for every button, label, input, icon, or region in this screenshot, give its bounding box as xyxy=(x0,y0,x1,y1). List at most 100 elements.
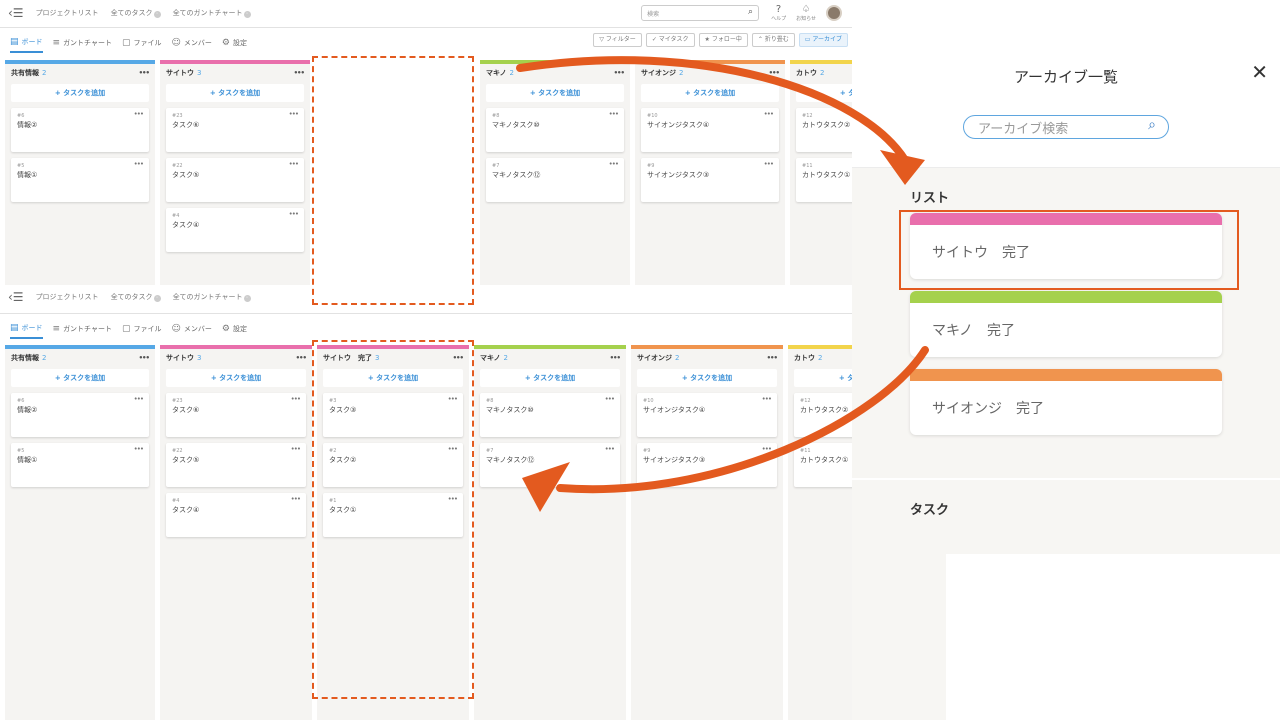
tab-file[interactable]: ▢ ファイル xyxy=(122,33,162,53)
more-icon[interactable]: ••• xyxy=(289,210,299,218)
more-icon[interactable]: ••• xyxy=(605,395,615,403)
more-icon[interactable]: ••• xyxy=(291,445,301,453)
task-card[interactable]: #22 タスク⑤ ••• xyxy=(166,443,306,487)
task-card[interactable]: #5 情報① ••• xyxy=(11,158,149,202)
task-card[interactable]: #6 情報② ••• xyxy=(11,108,149,152)
archive-button[interactable]: ▭ アーカイブ xyxy=(798,33,848,47)
following-button[interactable]: ★ フォロー中 xyxy=(698,33,748,47)
tab-settings[interactable]: ⚙ 設定 xyxy=(222,319,247,339)
more-icon[interactable]: ••• xyxy=(610,354,621,362)
add-task-button[interactable]: + タスクを追加 xyxy=(480,369,620,387)
more-icon[interactable]: ••• xyxy=(609,110,619,118)
archived-list-card[interactable]: サイオンジ 完了 xyxy=(910,369,1222,435)
more-icon[interactable]: ••• xyxy=(762,395,772,403)
my-task-button[interactable]: ✓ マイタスク xyxy=(645,33,695,47)
avatar[interactable] xyxy=(826,5,842,21)
more-icon[interactable]: ••• xyxy=(134,445,144,453)
task-card[interactable]: #9 サイオンジタスク③ ••• xyxy=(641,158,779,202)
more-icon[interactable]: ••• xyxy=(139,69,150,77)
tab-file[interactable]: ▢ ファイル xyxy=(122,319,162,339)
column-count: 2 xyxy=(675,354,680,362)
tab-board[interactable]: ▤ ボード xyxy=(10,33,43,53)
nav-project-list[interactable]: プロジェクトリスト xyxy=(36,8,99,18)
more-icon[interactable]: ••• xyxy=(134,160,144,168)
more-icon[interactable]: ••• xyxy=(289,110,299,118)
add-task-button[interactable]: + タスクを追加 xyxy=(166,84,304,102)
more-icon[interactable]: ••• xyxy=(762,445,772,453)
more-icon[interactable]: ••• xyxy=(289,160,299,168)
column-header[interactable]: 共有情報 2 ••• xyxy=(5,64,155,82)
task-card[interactable]: #9 サイオンジタスク③ ••• xyxy=(637,443,777,487)
nav-all-tasks[interactable]: 全てのタスク ◦ xyxy=(111,292,161,302)
task-card[interactable]: #12カトウタスク②••• xyxy=(794,393,852,437)
tab-member[interactable]: ☺ メンバー xyxy=(172,33,212,53)
more-icon[interactable]: ••• xyxy=(609,160,619,168)
more-icon[interactable]: ••• xyxy=(614,69,625,77)
filter-button[interactable]: ▽ フィルター xyxy=(593,33,642,47)
task-card[interactable]: #10 サイオンジタスク④ ••• xyxy=(637,393,777,437)
more-icon[interactable]: ••• xyxy=(296,354,307,362)
tab-board[interactable]: ▤ ボード xyxy=(10,319,43,339)
task-card[interactable]: #4 タスク④ ••• xyxy=(166,493,306,537)
add-task-button[interactable]: + タスクを追加 xyxy=(11,369,149,387)
add-task-button[interactable]: + タスクを追加 xyxy=(11,84,149,102)
task-card[interactable]: #11カトウタスク①••• xyxy=(794,443,852,487)
tab-gantt[interactable]: ≡ ガントチャート xyxy=(53,319,112,339)
tab-member[interactable]: ☺ メンバー xyxy=(172,319,212,339)
column-header[interactable]: 共有情報 2 ••• xyxy=(5,349,155,367)
notice-button[interactable]: ♤ お知らせ xyxy=(796,4,816,22)
more-icon[interactable]: ••• xyxy=(767,354,778,362)
task-card[interactable]: #5 情報① ••• xyxy=(11,443,149,487)
tab-settings[interactable]: ⚙ 設定 xyxy=(222,33,247,53)
add-task-button[interactable]: + タスクを追加 xyxy=(486,84,624,102)
menu-icon[interactable]: ‹☰ xyxy=(8,290,24,304)
column-header[interactable]: サイオンジ 2 ••• xyxy=(631,349,783,367)
more-icon[interactable]: ••• xyxy=(139,354,150,362)
more-icon[interactable]: ••• xyxy=(605,445,615,453)
collapse-button[interactable]: ⌃ 折り畳む xyxy=(751,33,795,47)
nav-all-tasks[interactable]: 全てのタスク ◦ xyxy=(111,8,161,18)
close-icon[interactable]: ✕ xyxy=(1251,60,1268,84)
more-icon[interactable]: ••• xyxy=(134,110,144,118)
more-icon[interactable]: ••• xyxy=(294,69,305,77)
task-card[interactable]: #7 マキノタスク⑫ ••• xyxy=(480,443,620,487)
task-card[interactable]: #10 サイオンジタスク④ ••• xyxy=(641,108,779,152)
column-header[interactable]: カトウ2••• xyxy=(790,64,852,82)
add-task-button[interactable]: + タスクを追加 xyxy=(166,369,306,387)
nav-all-gantt[interactable]: 全てのガントチャート ◦ xyxy=(173,292,251,302)
task-card[interactable]: #4 タスク④ ••• xyxy=(166,208,304,252)
column-header[interactable]: マキノ 2 ••• xyxy=(474,349,626,367)
task-card[interactable]: #11カトウタスク①••• xyxy=(796,158,852,202)
add-task-button[interactable]: + タスクを追加 xyxy=(641,84,779,102)
column-header[interactable]: サイトウ 3 ••• xyxy=(160,64,310,82)
add-task-button[interactable]: + タスクを追加 xyxy=(637,369,777,387)
task-card[interactable]: #23 タスク⑥ ••• xyxy=(166,393,306,437)
more-icon[interactable]: ••• xyxy=(134,395,144,403)
task-card[interactable]: #22 タスク⑤ ••• xyxy=(166,158,304,202)
more-icon[interactable]: ••• xyxy=(764,110,774,118)
archived-list-card[interactable]: マキノ 完了 xyxy=(910,291,1222,357)
help-button[interactable]: ? ヘルプ xyxy=(771,4,786,22)
task-card[interactable]: #12カトウタスク②••• xyxy=(796,108,852,152)
column-header[interactable]: カトウ2••• xyxy=(788,349,852,367)
menu-icon[interactable]: ‹☰ xyxy=(8,6,24,20)
more-icon[interactable]: ••• xyxy=(764,160,774,168)
nav-all-gantt[interactable]: 全てのガントチャート ◦ xyxy=(173,8,251,18)
column-header[interactable]: サイトウ 3 ••• xyxy=(160,349,312,367)
tab-gantt[interactable]: ≡ ガントチャート xyxy=(53,33,112,53)
task-card[interactable]: #8 マキノタスク⑩ ••• xyxy=(486,108,624,152)
more-icon[interactable]: ••• xyxy=(769,69,780,77)
task-card[interactable]: #23 タスク⑥ ••• xyxy=(166,108,304,152)
more-icon[interactable]: ••• xyxy=(291,495,301,503)
more-icon[interactable]: ••• xyxy=(291,395,301,403)
add-task-button[interactable]: + タスクを追加 xyxy=(794,369,852,387)
archive-search-input[interactable]: アーカイブ検索 ⌕ xyxy=(963,115,1169,139)
column-header[interactable]: マキノ 2 ••• xyxy=(480,64,630,82)
task-card[interactable]: #6 情報② ••• xyxy=(11,393,149,437)
task-card[interactable]: #7 マキノタスク⑫ ••• xyxy=(486,158,624,202)
global-search-input[interactable]: 検索 ⌕ xyxy=(641,5,760,21)
task-card[interactable]: #8 マキノタスク⑩ ••• xyxy=(480,393,620,437)
nav-project-list[interactable]: プロジェクトリスト xyxy=(36,292,99,302)
add-task-button[interactable]: + タスクを追加 xyxy=(796,84,852,102)
column-header[interactable]: サイオンジ 2 ••• xyxy=(635,64,785,82)
